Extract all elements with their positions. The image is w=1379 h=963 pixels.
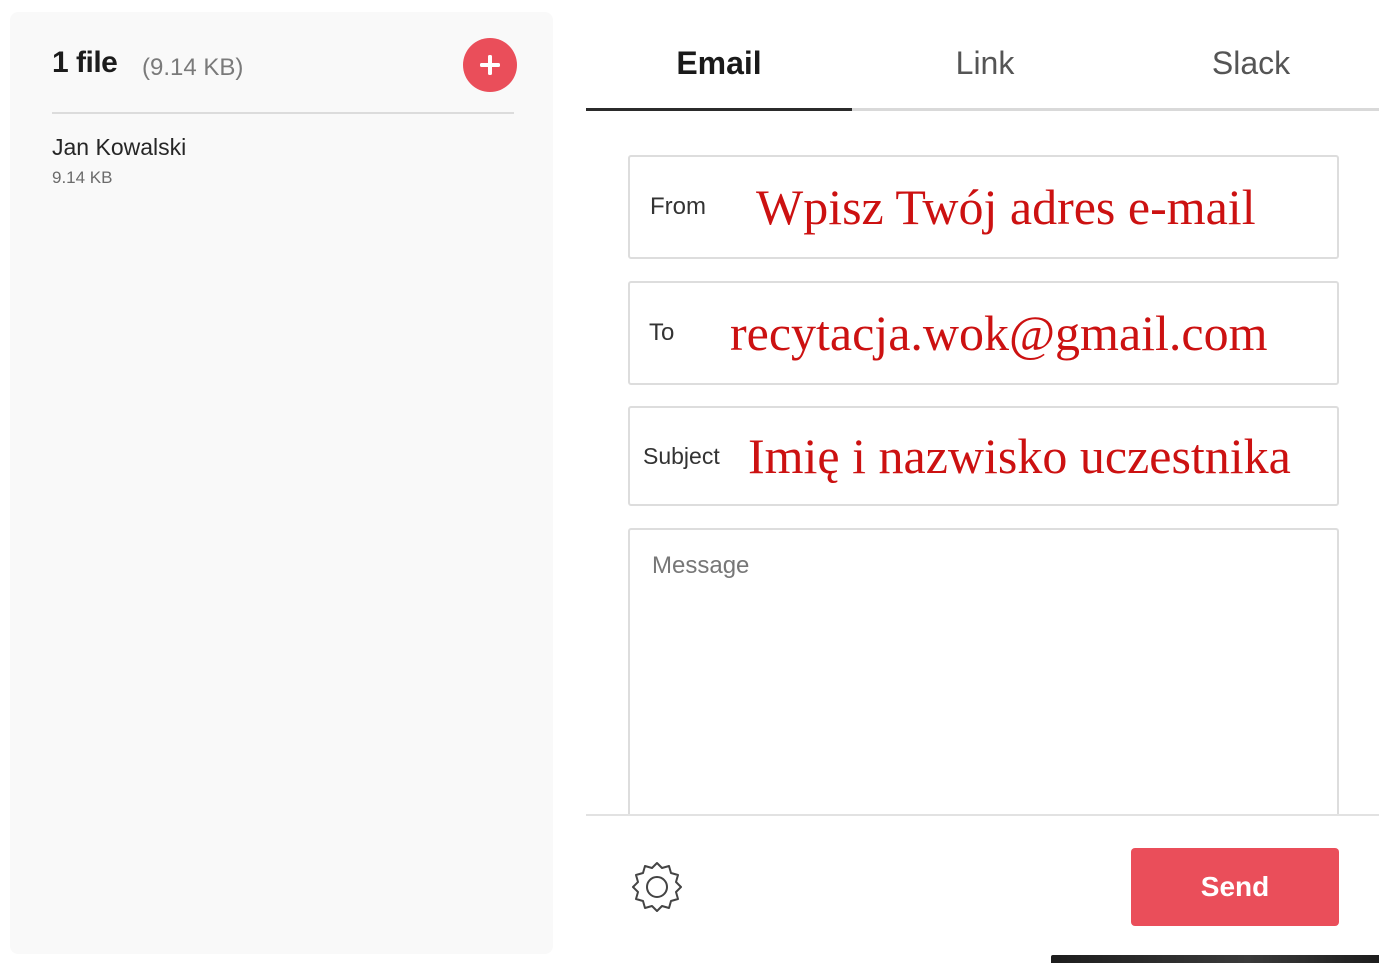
subject-input[interactable]	[748, 408, 1334, 504]
add-file-button[interactable]	[463, 38, 517, 92]
message-input[interactable]	[652, 552, 1312, 802]
tab-link[interactable]: Link	[852, 0, 1118, 111]
from-field: From	[628, 155, 1339, 259]
share-panel: Email Link Slack From To Subject Send	[586, 0, 1379, 963]
from-input[interactable]	[756, 157, 1321, 257]
file-list-item[interactable]: Jan Kowalski 9.14 KB	[52, 132, 514, 188]
tab-slack[interactable]: Slack	[1118, 0, 1379, 111]
plus-icon	[480, 55, 500, 75]
file-size: 9.14 KB	[52, 168, 113, 187]
tab-email[interactable]: Email	[586, 0, 852, 111]
settings-button[interactable]	[624, 854, 690, 920]
subject-label: Subject	[643, 442, 720, 469]
subject-field: Subject	[628, 406, 1339, 506]
share-method-tabs: Email Link Slack	[586, 0, 1379, 111]
gear-icon	[632, 862, 682, 912]
file-count: 1 file	[52, 46, 118, 79]
to-label: To	[649, 319, 675, 346]
files-header: 1 file (9.14 KB)	[52, 38, 517, 114]
files-total-size: (9.14 KB)	[142, 54, 244, 81]
background-strip	[1051, 955, 1379, 963]
to-field: To	[628, 281, 1339, 385]
file-name: Jan Kowalski	[52, 134, 187, 160]
send-button[interactable]: Send	[1131, 848, 1339, 926]
from-label: From	[650, 193, 706, 220]
message-field	[628, 528, 1339, 818]
files-panel: 1 file (9.14 KB) Jan Kowalski 9.14 KB	[10, 12, 553, 954]
form-footer: Send	[586, 814, 1379, 963]
to-input[interactable]	[730, 283, 1330, 383]
active-tab-indicator	[586, 108, 852, 111]
